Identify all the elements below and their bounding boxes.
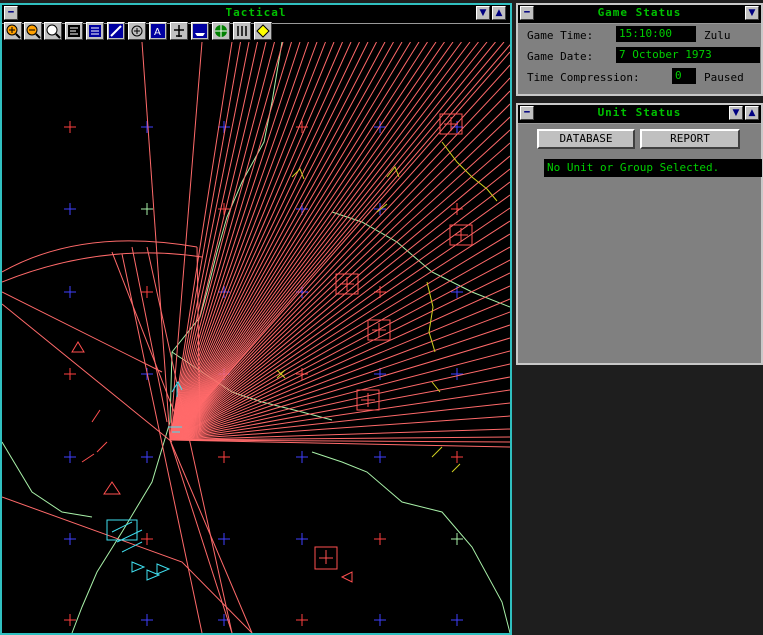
minimize-icon[interactable]: ▼ <box>729 106 743 120</box>
time-compression-value[interactable]: 0 <box>672 68 696 84</box>
target-icon[interactable] <box>212 22 230 40</box>
time-compression-label: Time Compression: <box>527 71 640 84</box>
game-status-window: ━ Game Status ▼ Game Time: 15:10:00 Zulu… <box>516 3 763 96</box>
formation-icon[interactable] <box>65 22 83 40</box>
paused-status: Paused <box>704 71 744 84</box>
ship-icon[interactable] <box>191 22 209 40</box>
game-status-titlebar[interactable]: ━ Game Status ▼ <box>518 5 761 24</box>
unit-status-message: No Unit or Group Selected. <box>544 159 762 177</box>
unit-status-window: ━ Unit Status ▼ ▲ DATABASE REPORT No Uni… <box>516 103 763 365</box>
range-ring-icon[interactable] <box>107 22 125 40</box>
tactical-map[interactable] <box>2 42 510 633</box>
game-time-value: 15:10:00 <box>616 26 696 42</box>
game-time-label: Game Time: <box>527 29 594 42</box>
minimize-icon[interactable]: ▼ <box>476 6 490 20</box>
radar-icon[interactable] <box>128 22 146 40</box>
svg-text:A: A <box>154 27 161 38</box>
group-icon[interactable] <box>86 22 104 40</box>
game-status-title: Game Status <box>597 6 682 19</box>
maximize-icon[interactable]: ▲ <box>492 6 506 20</box>
waypoint-icon[interactable] <box>254 22 272 40</box>
zoom-in-icon[interactable] <box>4 22 22 40</box>
tactical-title: Tactical <box>225 6 287 19</box>
minimize-icon[interactable]: ▼ <box>745 6 759 20</box>
missile-icon[interactable] <box>233 22 251 40</box>
aircraft-icon[interactable] <box>170 22 188 40</box>
magnify-icon[interactable] <box>44 22 62 40</box>
game-date-value: 7 October 1973 <box>616 47 760 63</box>
game-date-label: Game Date: <box>527 50 594 63</box>
report-button[interactable]: REPORT <box>640 129 740 149</box>
maximize-icon[interactable]: ▲ <box>745 106 759 120</box>
altitude-icon[interactable]: A <box>149 22 167 40</box>
database-button[interactable]: DATABASE <box>537 129 635 149</box>
game-time-zone: Zulu <box>704 29 731 42</box>
unit-status-title: Unit Status <box>597 106 682 119</box>
unit-status-titlebar[interactable]: ━ Unit Status ▼ ▲ <box>518 105 761 124</box>
zoom-out-icon[interactable] <box>24 22 42 40</box>
